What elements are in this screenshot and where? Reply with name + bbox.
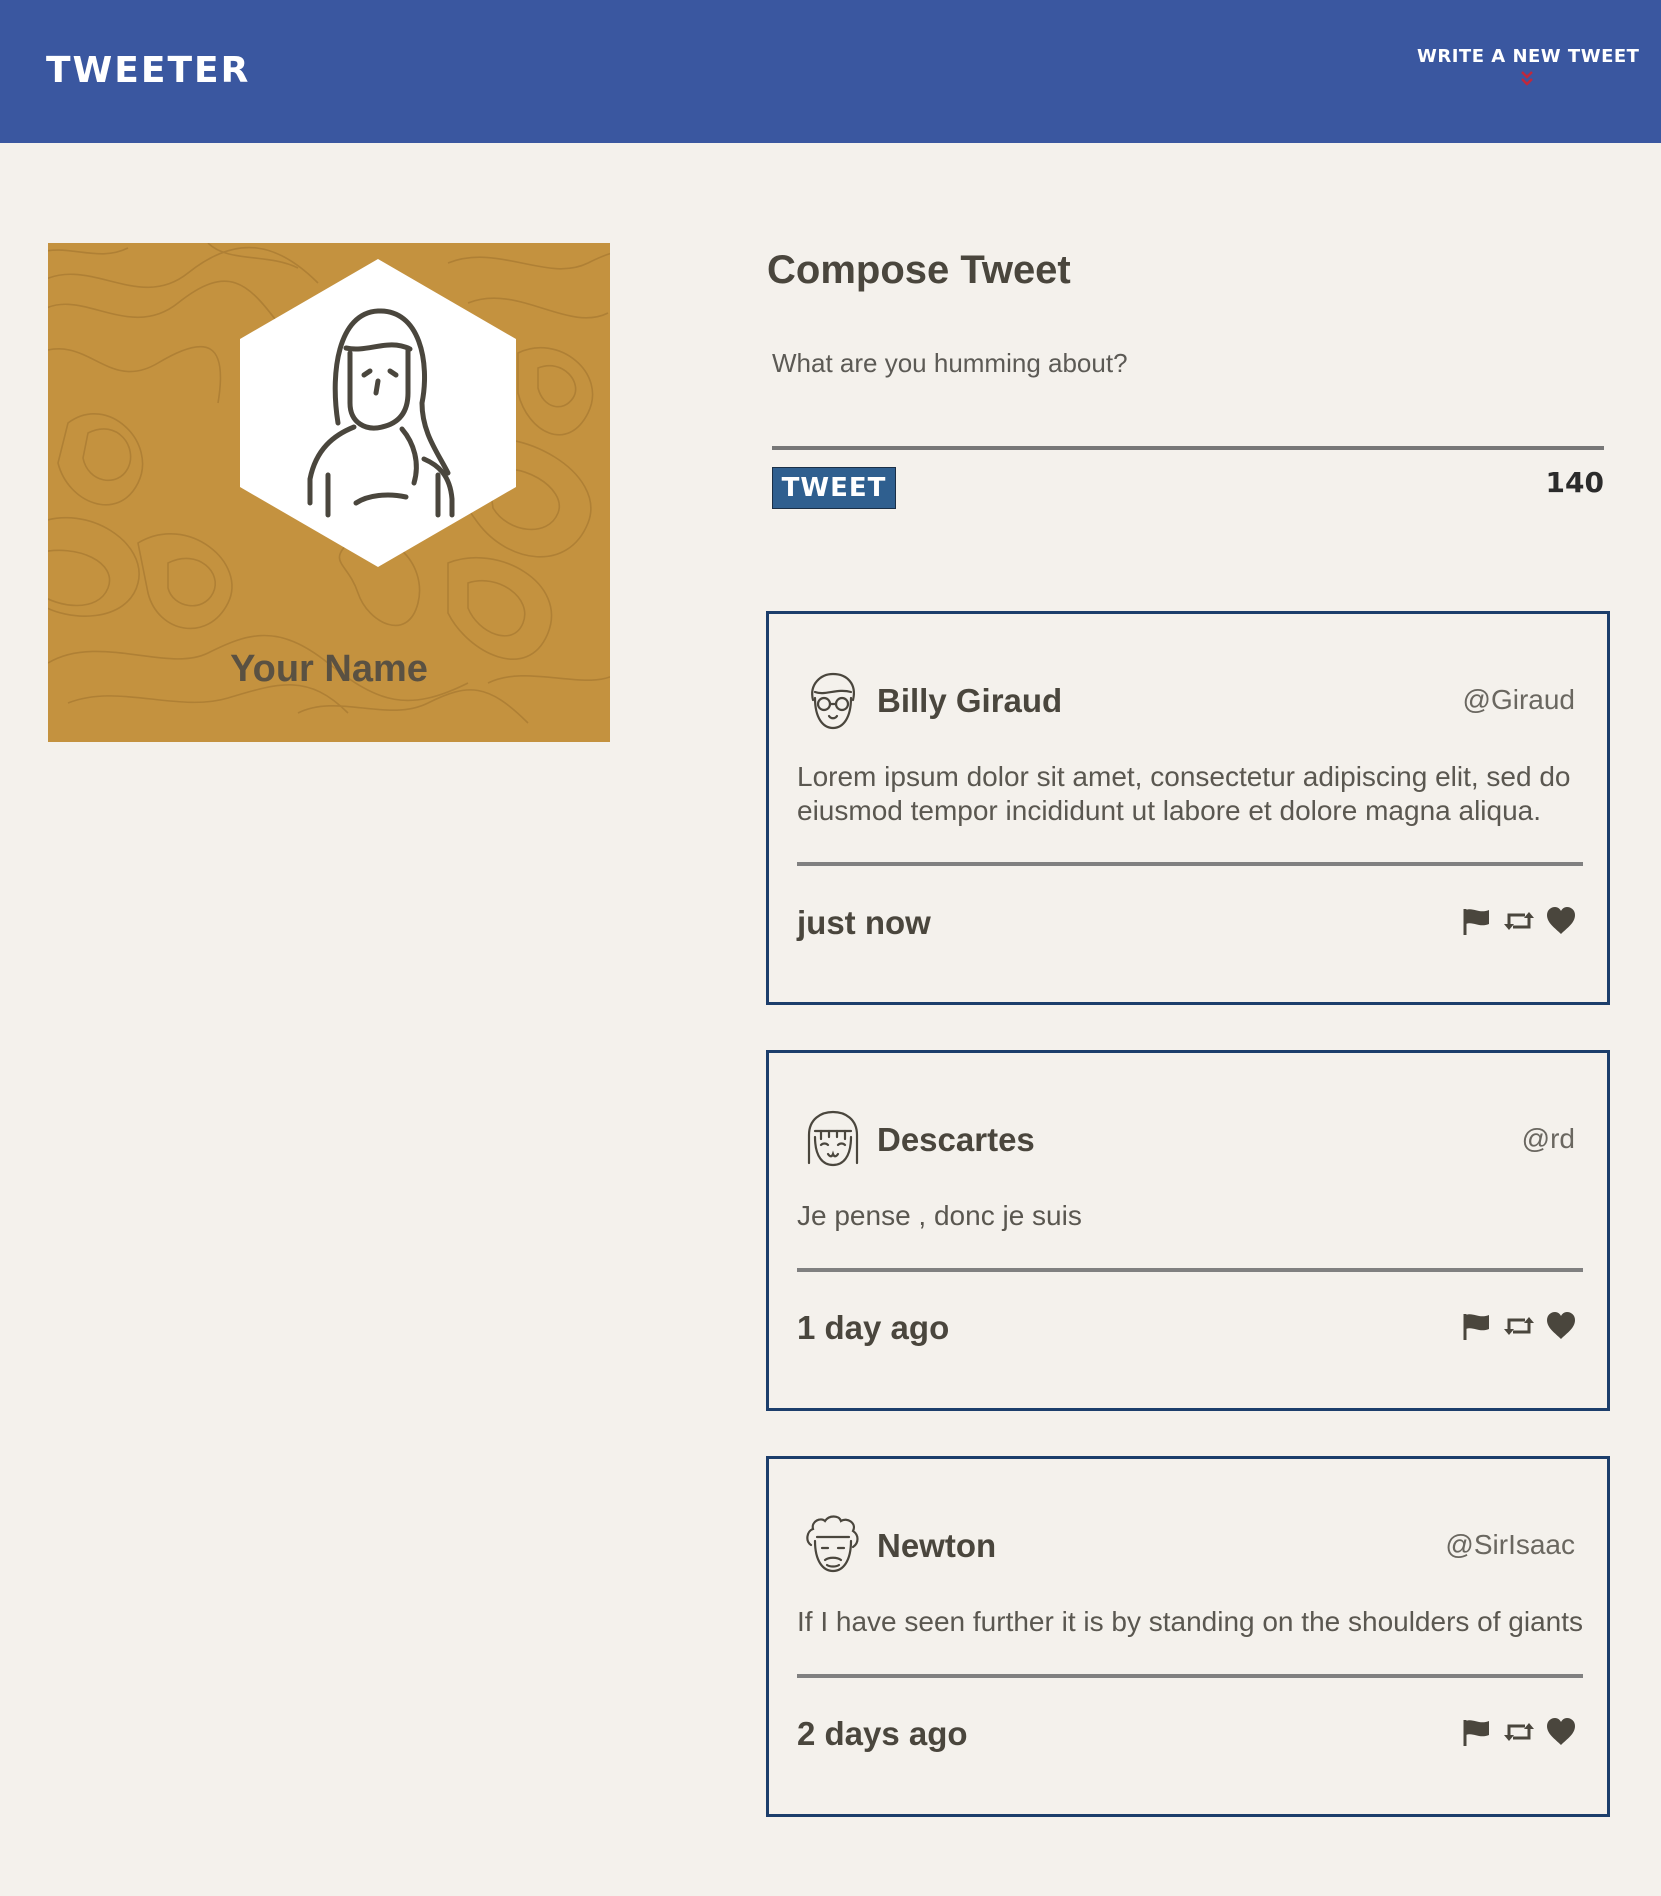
tweet-submit-button[interactable]: TWEET <box>772 467 896 509</box>
heart-icon[interactable] <box>1545 906 1577 936</box>
tweet-actions <box>1461 1311 1577 1341</box>
profile-avatar <box>240 259 516 567</box>
character-counter: 140 <box>1545 466 1604 499</box>
flag-icon[interactable] <box>1461 1717 1493 1747</box>
tweet-body: If I have seen further it is by standing… <box>797 1606 1584 1637</box>
tweet-author-name: Descartes <box>877 1121 1035 1158</box>
heart-icon[interactable] <box>1545 1311 1577 1341</box>
tweet-actions <box>1461 906 1577 936</box>
tweet-card: Newton @SirIsaac If I have seen further … <box>766 1456 1610 1817</box>
write-new-tweet-link[interactable]: WRITE A NEW TWEET <box>1417 46 1640 87</box>
profile-card: Your Name <box>48 243 610 742</box>
tweet-divider <box>797 1268 1583 1272</box>
heart-icon[interactable] <box>1545 1717 1577 1747</box>
write-new-tweet-label: WRITE A NEW TWEET <box>1417 46 1640 67</box>
tweet-divider <box>797 1674 1583 1678</box>
tweet-divider <box>797 862 1583 866</box>
retweet-icon[interactable] <box>1503 1717 1535 1747</box>
tweet-author-handle: @SirIsaac <box>1445 1529 1575 1560</box>
user-avatar-icon <box>807 1110 859 1167</box>
profile-name: Your Name <box>230 648 428 690</box>
user-avatar-icon <box>811 672 855 730</box>
tweet-card: Billy Giraud @Giraud Lorem ipsum dolor s… <box>766 611 1610 1005</box>
retweet-icon[interactable] <box>1503 1311 1535 1341</box>
double-chevron-down-icon <box>1521 71 1533 86</box>
tweet-body: Lorem ipsum dolor sit amet, consectetur … <box>797 761 1571 826</box>
tweet-body: Je pense , donc je suis <box>797 1200 1082 1231</box>
flag-icon[interactable] <box>1461 906 1493 936</box>
tweet-timestamp: 2 days ago <box>797 1715 968 1752</box>
tweet-timestamp: 1 day ago <box>797 1309 950 1346</box>
tweet-author-name: Billy Giraud <box>877 682 1063 719</box>
tweet-author-name: Newton <box>877 1527 997 1564</box>
brand-logo[interactable]: TWEETER <box>46 50 250 91</box>
compose-tweet-input[interactable] <box>772 338 1604 450</box>
tweet-card: Descartes @rd Je pense , donc je suis 1 … <box>766 1050 1610 1411</box>
compose-title: Compose Tweet <box>767 248 1071 292</box>
top-nav: TWEETER WRITE A NEW TWEET <box>0 0 1661 143</box>
retweet-icon[interactable] <box>1503 906 1535 936</box>
tweet-author-handle: @rd <box>1521 1123 1575 1154</box>
tweet-author-handle: @Giraud <box>1462 684 1575 715</box>
tweet-timestamp: just now <box>797 904 931 941</box>
tweet-actions <box>1461 1717 1577 1747</box>
user-avatar-icon <box>806 1515 859 1573</box>
flag-icon[interactable] <box>1461 1311 1493 1341</box>
